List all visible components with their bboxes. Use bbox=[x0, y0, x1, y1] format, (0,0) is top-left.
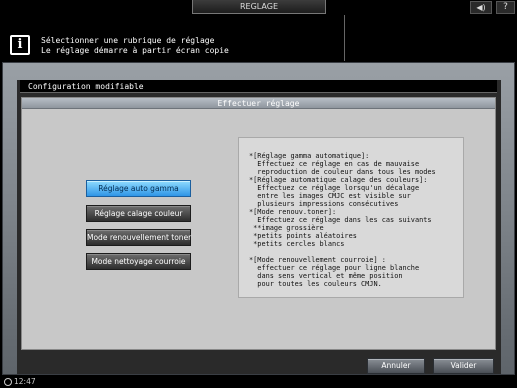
message-area: i Sélectionner une rubrique de réglage L… bbox=[0, 15, 517, 61]
description-line: *[Réglage automatique calage des couleur… bbox=[249, 176, 428, 184]
help-button[interactable]: ? bbox=[496, 1, 515, 14]
clock-time: 12:47 bbox=[14, 377, 36, 386]
description-line: Effectuez ce réglage dans les cas suivan… bbox=[249, 216, 432, 224]
description-line: plusieurs impressions consécutives bbox=[249, 200, 399, 208]
description-line: pour toutes les couleurs CMJN. bbox=[249, 280, 382, 288]
description-line: dans sens vertical et même position bbox=[249, 272, 403, 280]
description-line: **image grossière bbox=[249, 224, 324, 232]
status-bar: 12:47 bbox=[0, 376, 517, 388]
section-title: Effectuer réglage bbox=[22, 98, 495, 109]
belt-cleaning-button[interactable]: Mode nettoyage courroie bbox=[86, 253, 191, 270]
description-line: *[Mode renouvellement courroie] : bbox=[249, 256, 386, 264]
screen-title: REGLAGE bbox=[192, 0, 326, 14]
message-line-1: Sélectionner une rubrique de réglage bbox=[41, 36, 215, 45]
info-icon: i bbox=[10, 35, 30, 55]
description-line: entre les images CMJC est visible sur bbox=[249, 192, 411, 200]
description-line: *[Réglage gamma automatique]: bbox=[249, 152, 370, 160]
toner-refresh-button[interactable]: Mode renouvellement toner bbox=[86, 229, 191, 246]
color-registration-button[interactable]: Réglage calage couleur bbox=[86, 205, 191, 222]
speaker-icon[interactable]: ◀) bbox=[470, 1, 492, 14]
description-line: Effectuez ce réglage lorsqu'un décalage bbox=[249, 184, 420, 192]
description-line: *petits cercles blancs bbox=[249, 240, 345, 248]
description-line: reproduction de couleur dans tous les mo… bbox=[249, 168, 436, 176]
top-bar: REGLAGE ◀) ? bbox=[0, 0, 517, 15]
panel-subheader: Configuration modifiable bbox=[20, 80, 497, 93]
clock-icon bbox=[4, 378, 12, 386]
description-line: effectuer ce réglage pour ligne blanche bbox=[249, 264, 420, 272]
message-divider bbox=[344, 15, 345, 61]
ok-button[interactable]: Valider bbox=[433, 358, 494, 374]
description-line: Effectuez ce réglage en cas de mauvaise bbox=[249, 160, 420, 168]
panel-subheader-label: Configuration modifiable bbox=[28, 82, 144, 91]
cancel-button[interactable]: Annuler bbox=[367, 358, 425, 374]
description-line: *[Mode renouv.toner]: bbox=[249, 208, 337, 216]
description-box: *[Réglage gamma automatique]: Effectuez … bbox=[238, 137, 464, 298]
message-line-2: Le réglage démarre à partir écran copie bbox=[41, 46, 229, 55]
description-line: *petits points aléatoires bbox=[249, 232, 357, 240]
gamma-auto-button[interactable]: Réglage auto gamma bbox=[86, 180, 191, 197]
